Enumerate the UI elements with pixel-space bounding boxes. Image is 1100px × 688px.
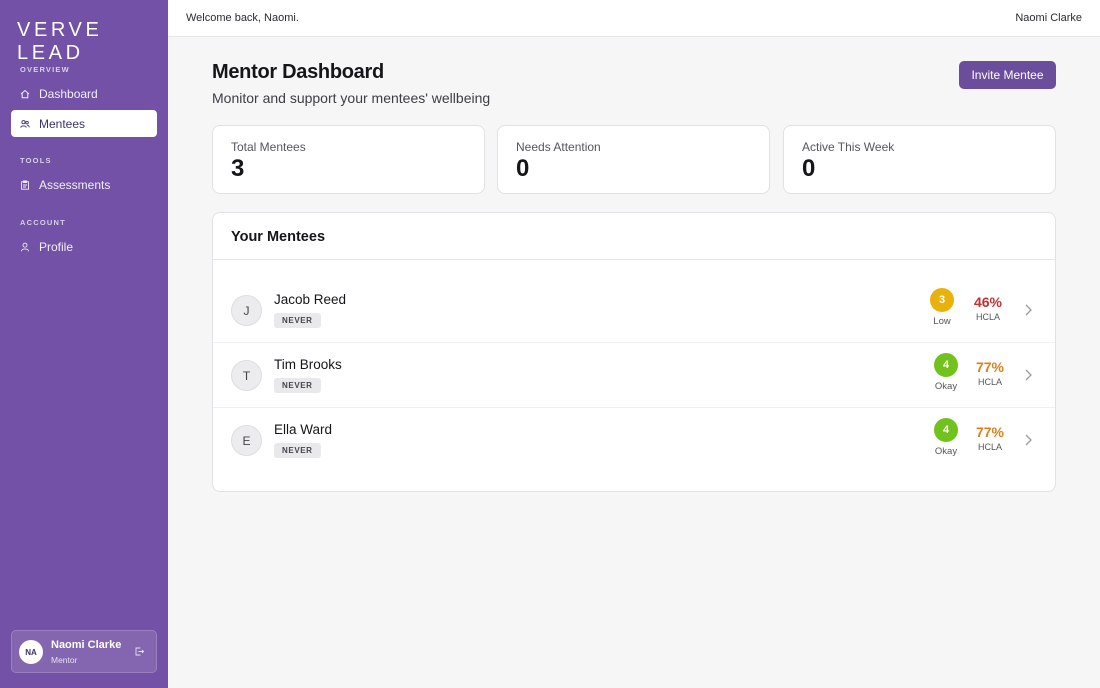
sidebar-item-label: Mentees xyxy=(39,116,86,131)
top-bar: Welcome back, Naomi. Naomi Clarke xyxy=(168,0,1100,37)
stat-card-needs-attention: Needs Attention 0 xyxy=(497,125,770,194)
panel-title: Your Mentees xyxy=(231,229,326,245)
sidebar-item-profile[interactable]: Profile xyxy=(11,233,157,260)
sidebar-item-label: Dashboard xyxy=(39,86,98,101)
clipboard-icon xyxy=(20,180,30,190)
stat-value: 0 xyxy=(516,155,530,182)
avatar: J xyxy=(231,295,262,326)
status-badge: NEVER xyxy=(274,378,321,393)
avatar: NA xyxy=(19,640,43,664)
divider xyxy=(213,259,1055,260)
users-icon xyxy=(20,119,30,129)
sidebar-item-label: Assessments xyxy=(39,177,111,192)
chevron-right-icon[interactable] xyxy=(1023,368,1033,382)
hcla-label: HCLA xyxy=(977,377,1002,387)
section-label-overview: OVERVIEW xyxy=(20,65,70,74)
sidebar-item-assessments[interactable]: Assessments xyxy=(11,171,157,198)
user-name: Naomi Clarke xyxy=(51,639,122,651)
status-badge: NEVER xyxy=(274,313,321,328)
hcla-percent: 77% xyxy=(975,359,1005,375)
mentee-row[interactable]: E Ella Ward NEVER 4 Okay 77% HCLA xyxy=(213,408,1055,473)
hcla-percent: 77% xyxy=(975,424,1005,440)
page-title: Mentor Dashboard xyxy=(212,61,384,83)
section-label-account: ACCOUNT xyxy=(20,218,66,227)
user-icon xyxy=(20,242,30,252)
score-badge: 4 xyxy=(934,353,958,377)
home-icon xyxy=(20,89,30,99)
sidebar-item-dashboard[interactable]: Dashboard xyxy=(11,80,157,107)
score-label: Okay xyxy=(934,446,958,457)
user-card[interactable]: NA Naomi Clarke Mentor xyxy=(11,630,157,673)
avatar: T xyxy=(231,360,262,391)
welcome-message: Welcome back, Naomi. xyxy=(186,12,299,24)
stat-label: Active This Week xyxy=(802,140,895,154)
avatar: E xyxy=(231,425,262,456)
stat-value: 0 xyxy=(802,155,816,182)
page-subtitle: Monitor and support your mentees' wellbe… xyxy=(212,90,491,106)
app-logo[interactable]: VERVE LEAD xyxy=(17,19,168,65)
mentee-name: Jacob Reed xyxy=(274,292,347,307)
mentee-name: Tim Brooks xyxy=(274,357,342,372)
chevron-right-icon[interactable] xyxy=(1023,433,1033,447)
invite-mentee-button[interactable]: Invite Mentee xyxy=(959,61,1056,89)
hcla-label: HCLA xyxy=(977,442,1002,452)
user-role: Mentor xyxy=(51,655,78,665)
chevron-right-icon[interactable] xyxy=(1023,303,1033,317)
sidebar: VERVE LEAD OVERVIEW Dashboard Mentees TO… xyxy=(0,0,168,688)
sidebar-item-mentees[interactable]: Mentees xyxy=(11,110,157,137)
hcla-percent: 46% xyxy=(973,294,1003,310)
mentees-panel: Your Mentees J Jacob Reed NEVER 3 Low 46… xyxy=(212,212,1056,492)
stat-label: Total Mentees xyxy=(231,140,306,154)
hcla-label: HCLA xyxy=(975,312,1000,322)
stat-card-active-this-week: Active This Week 0 xyxy=(783,125,1056,194)
section-label-tools: TOOLS xyxy=(20,156,52,165)
score-badge: 4 xyxy=(934,418,958,442)
top-user-name[interactable]: Naomi Clarke xyxy=(1015,12,1082,24)
status-badge: NEVER xyxy=(274,443,321,458)
stat-label: Needs Attention xyxy=(516,140,601,154)
stat-value: 3 xyxy=(231,155,245,182)
mentee-name: Ella Ward xyxy=(274,422,333,437)
mentee-row[interactable]: J Jacob Reed NEVER 3 Low 46% HCLA xyxy=(213,278,1055,343)
sidebar-item-label: Profile xyxy=(39,239,74,254)
mentee-row[interactable]: T Tim Brooks NEVER 4 Okay 77% HCLA xyxy=(213,343,1055,408)
stat-card-total-mentees: Total Mentees 3 xyxy=(212,125,485,194)
score-badge: 3 xyxy=(930,288,954,312)
score-label: Low xyxy=(933,316,951,327)
score-label: Okay xyxy=(934,381,958,392)
logout-icon[interactable] xyxy=(134,646,145,657)
